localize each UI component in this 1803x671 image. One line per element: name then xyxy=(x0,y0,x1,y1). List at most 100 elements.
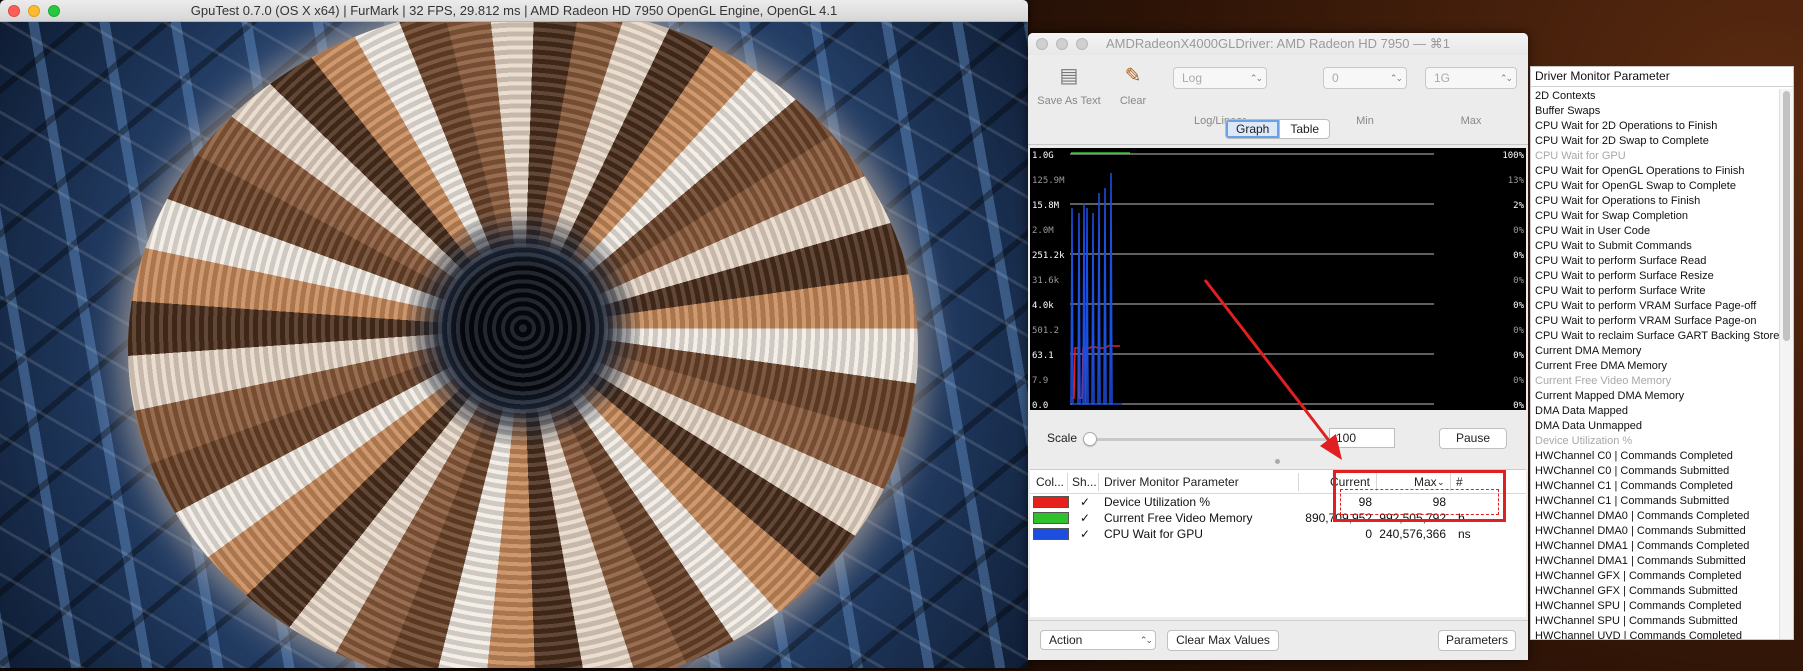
column-divider[interactable] xyxy=(1098,473,1099,491)
monitor-titlebar[interactable]: AMDRadeonX4000GLDriver: AMD Radeon HD 79… xyxy=(1028,33,1528,55)
parameter-list-item[interactable]: CPU Wait to perform Surface Read xyxy=(1531,254,1779,269)
log-linear-select[interactable]: Log xyxy=(1173,67,1267,89)
graph-right-tick-label: 0% xyxy=(1513,401,1524,410)
parameter-list-item[interactable]: HWChannel DMA1 | Commands Submitted xyxy=(1531,554,1779,569)
zoom-icon[interactable] xyxy=(1076,38,1088,50)
scale-slider-knob[interactable] xyxy=(1083,432,1097,446)
scale-row: Scale 100 Pause xyxy=(1028,426,1528,452)
parameter-list-item[interactable]: CPU Wait for OpenGL Operations to Finish xyxy=(1531,164,1779,179)
col-color-header[interactable]: Col... xyxy=(1036,475,1064,489)
parameter-list-item[interactable]: CPU Wait for Operations to Finish xyxy=(1531,194,1779,209)
parameter-list-item[interactable]: DMA Data Unmapped xyxy=(1531,419,1779,434)
graph-right-tick-label: 0% xyxy=(1513,376,1524,386)
parameter-list-item[interactable]: HWChannel UVD | Commands Completed xyxy=(1531,629,1779,639)
parameter-list-item[interactable]: CPU Wait to perform Surface Write xyxy=(1531,284,1779,299)
close-icon[interactable] xyxy=(1036,38,1048,50)
parameter-list-item[interactable]: CPU Wait to perform VRAM Surface Page-of… xyxy=(1531,299,1779,314)
parameter-list-item[interactable]: Device Utilization % xyxy=(1531,434,1779,449)
graph-left-tick-label: 501.2 xyxy=(1032,326,1059,336)
shown-checkmark-icon[interactable]: ✓ xyxy=(1080,527,1090,541)
gputest-titlebar[interactable]: GpuTest 0.7.0 (OS X x64) | FurMark | 32 … xyxy=(0,0,1028,22)
monitor-title: AMDRadeonX4000GLDriver: AMD Radeon HD 79… xyxy=(1106,36,1450,51)
current-value: 0 xyxy=(1365,527,1372,541)
graph-right-tick-label: 0% xyxy=(1513,226,1524,236)
zoom-icon[interactable] xyxy=(48,5,60,17)
parameter-list-item[interactable]: Current Mapped DMA Memory xyxy=(1531,389,1779,404)
column-divider[interactable] xyxy=(1298,473,1299,491)
color-swatch[interactable] xyxy=(1033,528,1069,540)
action-select[interactable]: Action xyxy=(1040,630,1156,650)
parameter-list-item[interactable]: Current Free DMA Memory xyxy=(1531,359,1779,374)
parameter-list-item[interactable]: Buffer Swaps xyxy=(1531,104,1779,119)
monitor-graph[interactable]: 1.0G 100% 125.9M 13% 15.8M 2% 2.0M 0% 251.2k 0% 31… xyxy=(1030,148,1526,410)
max-select[interactable]: 1G xyxy=(1425,67,1517,89)
graph-right-tick-label: 0% xyxy=(1513,301,1524,311)
furmark-fur-donut xyxy=(128,22,918,668)
save-as-text-button[interactable]: ▤ Save As Text xyxy=(1034,63,1104,107)
color-swatch[interactable] xyxy=(1033,496,1069,508)
parameter-list-item[interactable]: CPU Wait to Submit Commands xyxy=(1531,239,1779,254)
furmark-render-view[interactable] xyxy=(0,22,1028,668)
parameter-list-item[interactable]: HWChannel C0 | Commands Submitted xyxy=(1531,464,1779,479)
parameter-list-item[interactable]: HWChannel GFX | Commands Submitted xyxy=(1531,584,1779,599)
max-value: 240,576,366 xyxy=(1379,527,1446,541)
graph-right-tick-label: 0% xyxy=(1513,351,1524,361)
parameter-list-header[interactable]: Driver Monitor Parameter xyxy=(1531,67,1793,87)
parameter-list-item[interactable]: HWChannel DMA1 | Commands Completed xyxy=(1531,539,1779,554)
scale-slider-track[interactable] xyxy=(1088,438,1346,441)
col-parameter-header[interactable]: Driver Monitor Parameter xyxy=(1104,475,1239,489)
parameter-list-item[interactable]: HWChannel GFX | Commands Completed xyxy=(1531,569,1779,584)
column-divider[interactable] xyxy=(1067,473,1068,491)
close-icon[interactable] xyxy=(8,5,20,17)
col-shown-header[interactable]: Sh... xyxy=(1072,475,1097,489)
parameter-list-item[interactable]: HWChannel DMA0 | Commands Submitted xyxy=(1531,524,1779,539)
graph-left-tick-label: 125.9M xyxy=(1032,176,1065,186)
clear-max-values-button[interactable]: Clear Max Values xyxy=(1167,630,1279,651)
parameter-list-item[interactable]: HWChannel SPU | Commands Submitted xyxy=(1531,614,1779,629)
pause-button[interactable]: Pause xyxy=(1439,428,1507,449)
graph-left-tick-label: 7.9 xyxy=(1032,376,1048,386)
color-swatch[interactable] xyxy=(1033,512,1069,524)
scale-input[interactable]: 100 xyxy=(1329,428,1395,448)
window-controls xyxy=(1036,38,1088,50)
tab-table[interactable]: Table xyxy=(1279,120,1329,138)
max-caption: Max xyxy=(1460,115,1482,127)
parameter-list-item[interactable]: 2D Contexts xyxy=(1531,89,1779,104)
parameter-list-item[interactable]: Current Free Video Memory xyxy=(1531,374,1779,389)
graph-right-tick-label: 0% xyxy=(1513,276,1524,286)
scrollbar-thumb[interactable] xyxy=(1783,91,1790,341)
graph-right-tick-label: 2% xyxy=(1513,201,1524,211)
parameter-list-item[interactable]: CPU Wait to perform Surface Resize xyxy=(1531,269,1779,284)
parameter-list-item[interactable]: CPU Wait for 2D Swap to Complete xyxy=(1531,134,1779,149)
clear-button[interactable]: ✎ Clear xyxy=(1108,63,1158,107)
parameter-list-panel: Driver Monitor Parameter 2D Contexts Buff… xyxy=(1530,66,1794,640)
parameter-list-item[interactable]: DMA Data Mapped xyxy=(1531,404,1779,419)
shown-checkmark-icon[interactable]: ✓ xyxy=(1080,495,1090,509)
parameter-list-item[interactable]: CPU Wait for 2D Operations to Finish xyxy=(1531,119,1779,134)
shown-checkmark-icon[interactable]: ✓ xyxy=(1080,511,1090,525)
min-select[interactable]: 0 xyxy=(1323,67,1407,89)
parameter-name: Current Free Video Memory xyxy=(1104,511,1253,525)
parameter-list-scrollbar[interactable] xyxy=(1779,89,1793,639)
parameter-list-item[interactable]: CPU Wait in User Code xyxy=(1531,224,1779,239)
scale-label: Scale xyxy=(1047,431,1078,445)
table-row[interactable]: ✓ CPU Wait for GPU 0 240,576,366 ns xyxy=(1030,526,1526,542)
minimize-icon[interactable] xyxy=(28,5,40,17)
parameter-list-item[interactable]: CPU Wait for Swap Completion xyxy=(1531,209,1779,224)
parameter-list-item[interactable]: Current DMA Memory xyxy=(1531,344,1779,359)
parameter-list-item[interactable]: HWChannel C0 | Commands Completed xyxy=(1531,449,1779,464)
parameter-list-item[interactable]: CPU Wait for GPU xyxy=(1531,149,1779,164)
broom-icon: ✎ xyxy=(1124,65,1142,87)
tab-graph[interactable]: Graph xyxy=(1226,120,1280,138)
parameter-list-item[interactable]: HWChannel SPU | Commands Completed xyxy=(1531,599,1779,614)
parameter-list-item[interactable]: CPU Wait to reclaim Surface GART Backing… xyxy=(1531,329,1779,344)
parameter-list-item[interactable]: HWChannel C1 | Commands Submitted xyxy=(1531,494,1779,509)
gputest-window: GpuTest 0.7.0 (OS X x64) | FurMark | 32 … xyxy=(0,0,1028,668)
parameters-button[interactable]: Parameters xyxy=(1438,630,1516,651)
split-view-handle[interactable] xyxy=(1275,459,1280,464)
parameter-list-item[interactable]: CPU Wait for OpenGL Swap to Complete xyxy=(1531,179,1779,194)
minimize-icon[interactable] xyxy=(1056,38,1068,50)
parameter-list-item[interactable]: CPU Wait to perform VRAM Surface Page-on xyxy=(1531,314,1779,329)
parameter-list-item[interactable]: HWChannel C1 | Commands Completed xyxy=(1531,479,1779,494)
parameter-list-item[interactable]: HWChannel DMA0 | Commands Completed xyxy=(1531,509,1779,524)
